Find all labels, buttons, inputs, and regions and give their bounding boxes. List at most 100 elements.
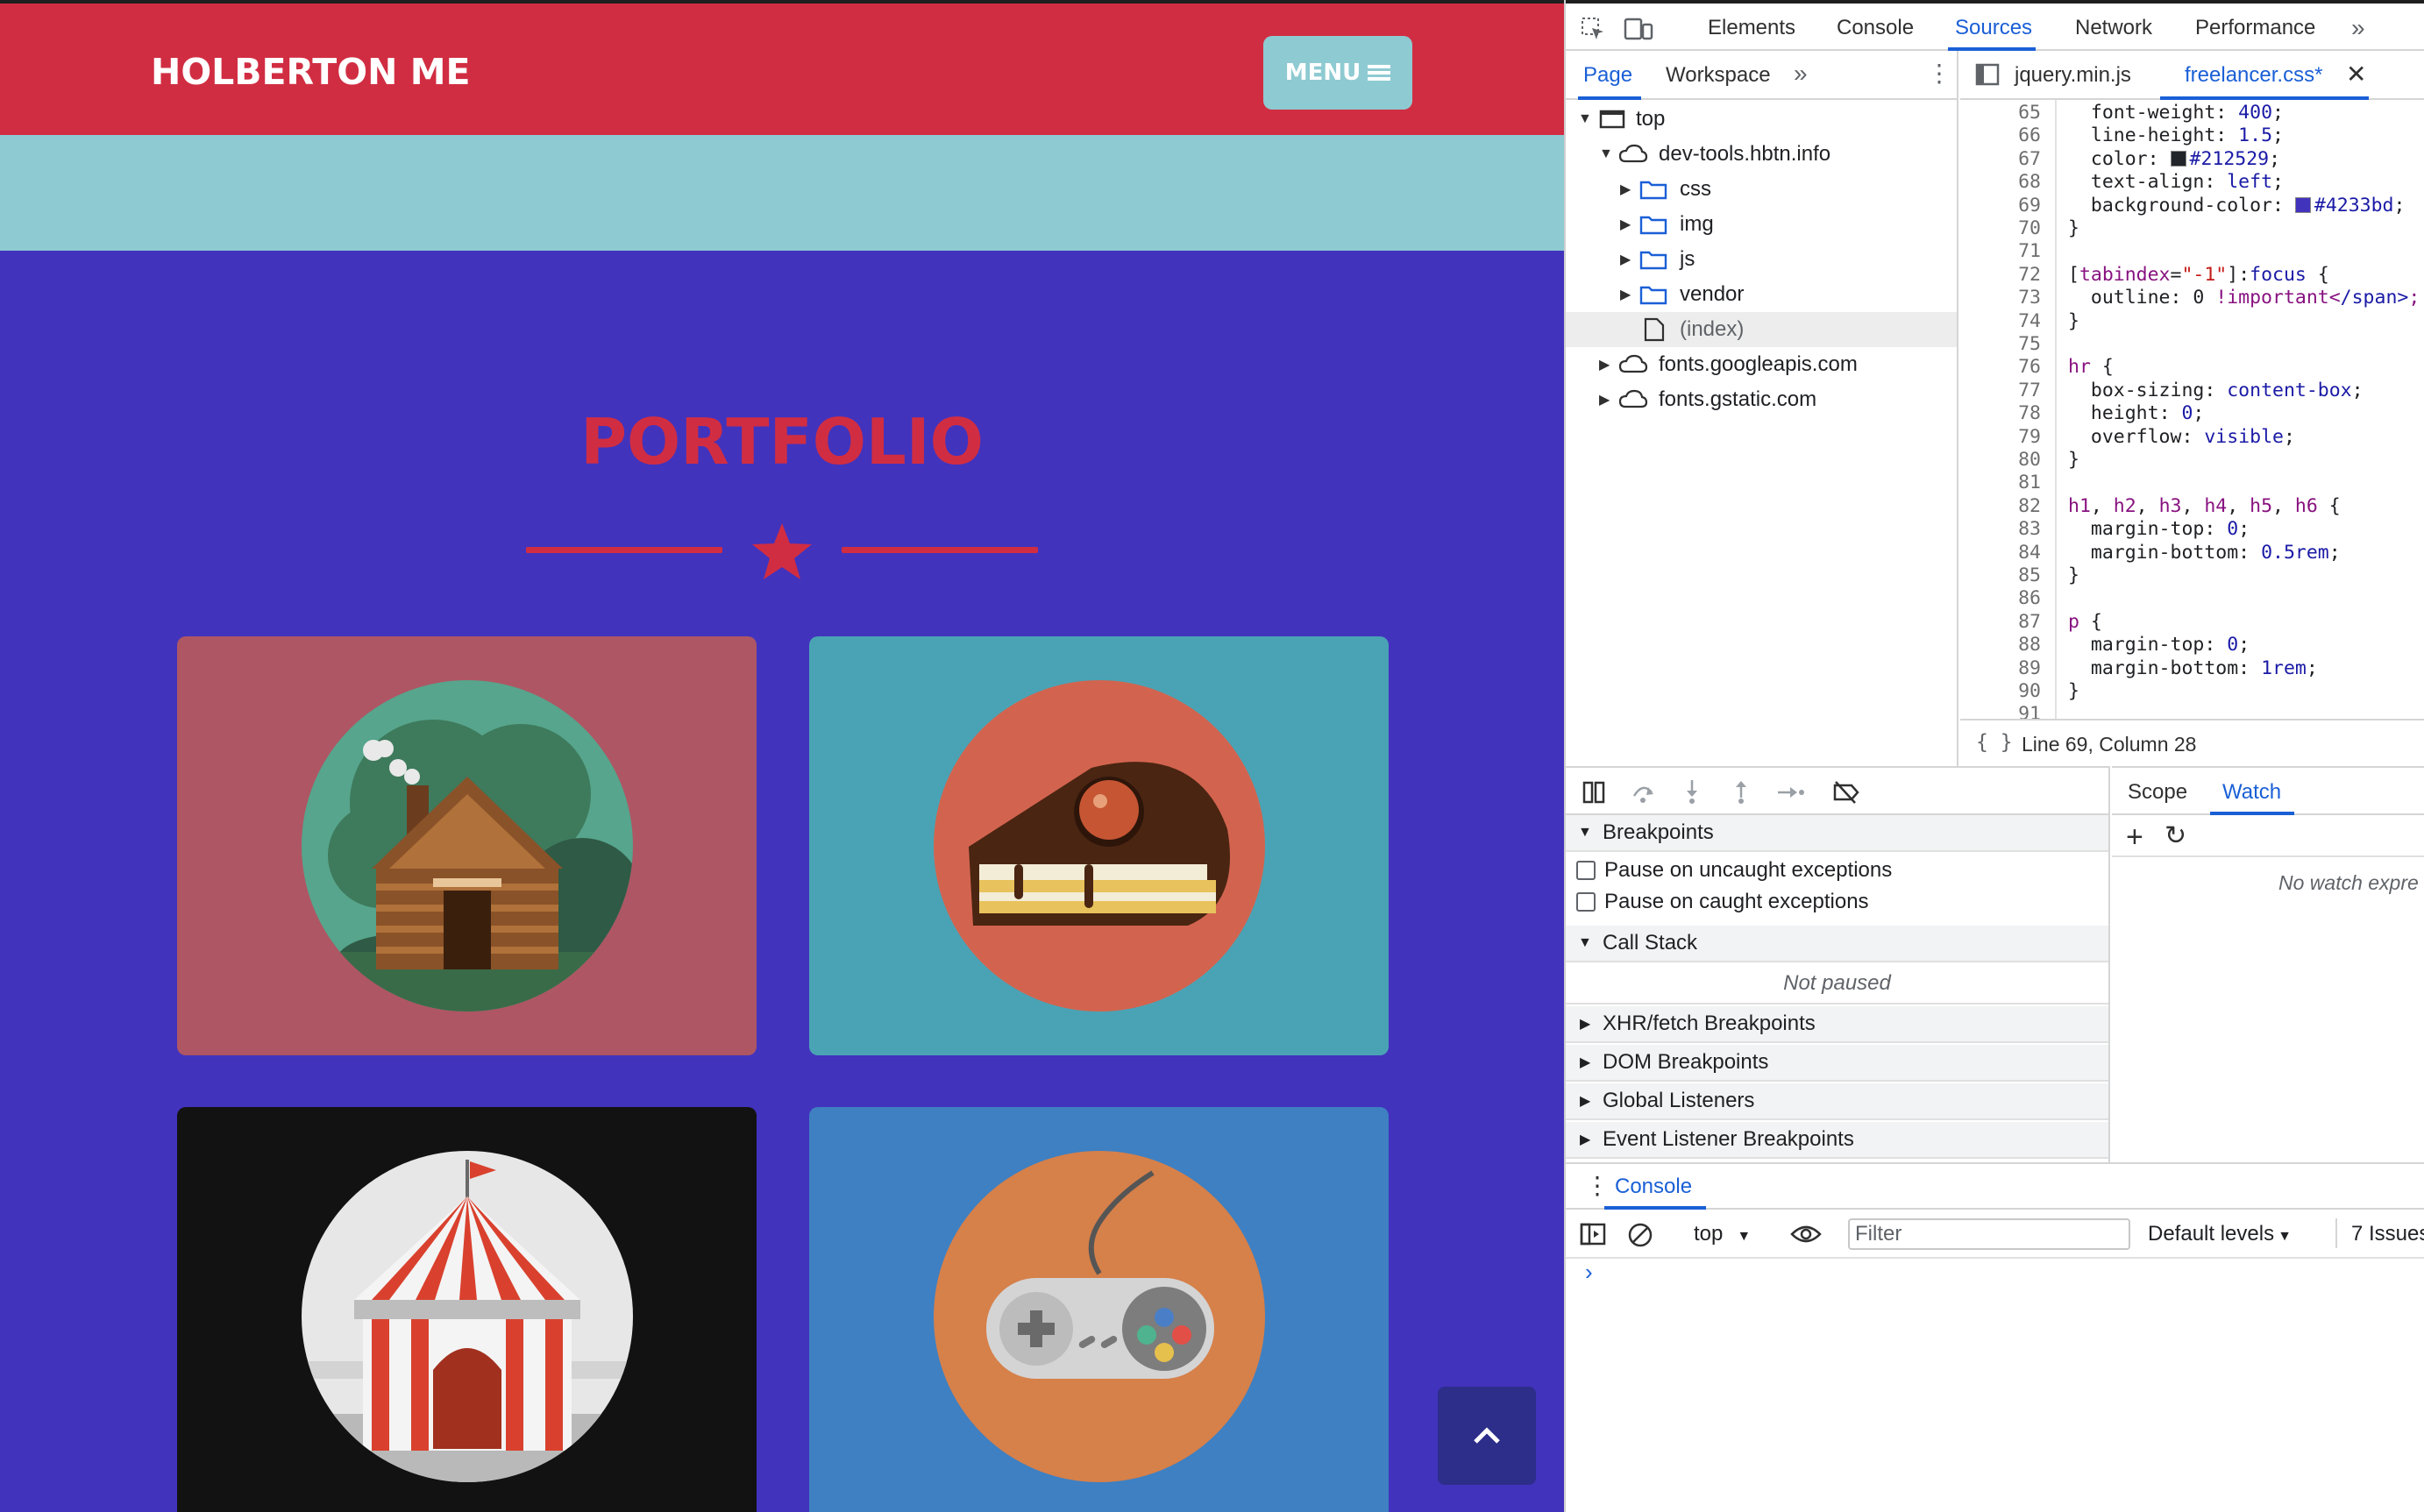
- breakpoints-header[interactable]: ▼ Breakpoints: [1566, 815, 2108, 852]
- tab-network[interactable]: Network: [2075, 16, 2152, 40]
- code-line[interactable]: color: #212529;: [2068, 148, 2280, 170]
- xhr-breakpoints-header[interactable]: ▶ XHR/fetch Breakpoints: [1566, 1006, 2108, 1043]
- portfolio-item-cabin[interactable]: [177, 636, 757, 1055]
- code-editor[interactable]: 65 66 67 68 69 70 71 72 73 74 75 76 77 78 79 80 81 82 83 84…: [1960, 100, 2424, 719]
- line-number[interactable]: 78: [1960, 402, 2041, 424]
- tree-item-vendor[interactable]: ▶ vendor: [1566, 277, 1957, 312]
- line-number[interactable]: 71: [1960, 240, 2041, 262]
- nav-tab-workspace[interactable]: Workspace: [1666, 63, 1771, 88]
- console-filter-input[interactable]: [1848, 1218, 2130, 1250]
- global-listeners-header[interactable]: ▶ Global Listeners: [1566, 1083, 2108, 1120]
- line-number[interactable]: 76: [1960, 356, 2041, 378]
- code-line[interactable]: outline: 0 !important</span>;: [2068, 287, 2420, 309]
- deactivate-breakpoints-icon[interactable]: [1832, 780, 1860, 805]
- scroll-to-top-button[interactable]: [1438, 1387, 1536, 1485]
- code-line[interactable]: margin-bottom: 0.5rem;: [2068, 542, 2341, 564]
- menu-button[interactable]: MENU: [1263, 36, 1412, 110]
- pause-caught-row[interactable]: Pause on caught exceptions: [1566, 885, 2108, 919]
- line-number[interactable]: 72: [1960, 264, 2041, 286]
- log-levels-dropdown[interactable]: Default levels ▼: [2148, 1222, 2292, 1246]
- tree-item-index[interactable]: (index): [1566, 312, 1957, 347]
- step-out-icon[interactable]: [1729, 778, 1753, 805]
- line-number[interactable]: 69: [1960, 195, 2041, 217]
- code-line[interactable]: margin-top: 0;: [2068, 634, 2250, 656]
- clear-console-icon[interactable]: [1627, 1222, 1653, 1248]
- inspect-element-icon[interactable]: [1580, 16, 1606, 42]
- pause-uncaught-checkbox[interactable]: [1576, 861, 1596, 880]
- add-watch-icon[interactable]: +: [2126, 820, 2143, 855]
- code-line[interactable]: background-color: #4233bd;: [2068, 195, 2406, 217]
- tree-item-gstatic[interactable]: ▶ fonts.gstatic.com: [1566, 382, 1957, 417]
- line-number[interactable]: 87: [1960, 611, 2041, 633]
- kebab-menu-icon[interactable]: ⋮: [1927, 61, 1951, 86]
- line-number[interactable]: 84: [1960, 542, 2041, 564]
- pause-uncaught-row[interactable]: Pause on uncaught exceptions: [1566, 854, 2108, 887]
- tree-item-img[interactable]: ▶ img: [1566, 207, 1957, 242]
- code-line[interactable]: margin-top: 0;: [2068, 518, 2250, 540]
- code-line[interactable]: box-sizing: content-box;: [2068, 380, 2364, 401]
- context-selector[interactable]: top ▼: [1694, 1222, 1751, 1246]
- device-toolbar-icon[interactable]: [1624, 16, 1653, 42]
- pretty-print-icon[interactable]: { }: [1976, 731, 2013, 754]
- tree-item-top[interactable]: ▼ top: [1566, 102, 1957, 137]
- tree-item-css[interactable]: ▶ css: [1566, 172, 1957, 207]
- close-tab-icon[interactable]: ✕: [2346, 60, 2366, 89]
- line-number[interactable]: 65: [1960, 102, 2041, 124]
- code-line[interactable]: margin-bottom: 1rem;: [2068, 657, 2318, 679]
- editor-tab-jquery[interactable]: jquery.min.js: [2015, 63, 2131, 88]
- refresh-icon[interactable]: ↻: [2165, 820, 2186, 851]
- line-number[interactable]: 66: [1960, 124, 2041, 146]
- line-number[interactable]: 91: [1960, 703, 2041, 719]
- line-number[interactable]: 73: [1960, 287, 2041, 309]
- toggle-navigator-icon[interactable]: [1974, 61, 2001, 88]
- line-number[interactable]: 77: [1960, 380, 2041, 401]
- step-into-icon[interactable]: [1680, 778, 1704, 805]
- code-line[interactable]: h1, h2, h3, h4, h5, h6 {: [2068, 495, 2341, 517]
- eye-icon[interactable]: [1790, 1224, 1822, 1245]
- tab-console[interactable]: Console: [1837, 16, 1914, 40]
- code-line[interactable]: overflow: visible;: [2068, 426, 2295, 448]
- code-line[interactable]: font-weight: 400;: [2068, 102, 2284, 124]
- drawer-menu-icon[interactable]: ⋮: [1585, 1171, 1610, 1200]
- tab-watch[interactable]: Watch: [2222, 780, 2281, 805]
- line-number[interactable]: 81: [1960, 472, 2041, 493]
- tree-item-js[interactable]: ▶ js: [1566, 242, 1957, 277]
- line-number[interactable]: 75: [1960, 333, 2041, 355]
- line-number[interactable]: 74: [1960, 310, 2041, 332]
- tab-sources[interactable]: Sources: [1955, 16, 2032, 40]
- console-prompt-icon[interactable]: ›: [1585, 1259, 1593, 1286]
- code-line[interactable]: }: [2068, 680, 2079, 702]
- portfolio-item-game[interactable]: [809, 1107, 1389, 1512]
- line-number[interactable]: 89: [1960, 657, 2041, 679]
- line-number[interactable]: 88: [1960, 634, 2041, 656]
- nav-tab-page[interactable]: Page: [1583, 63, 1632, 88]
- code-line[interactable]: [tabindex="-1"]:focus {: [2068, 264, 2329, 286]
- drawer-tab-console[interactable]: Console: [1615, 1175, 1692, 1199]
- code-line[interactable]: height: 0;: [2068, 402, 2204, 424]
- editor-tab-freelancer[interactable]: freelancer.css*: [2185, 63, 2322, 88]
- code-line[interactable]: }: [2068, 217, 2079, 239]
- line-number[interactable]: 70: [1960, 217, 2041, 239]
- line-number[interactable]: 86: [1960, 587, 2041, 609]
- step-over-icon[interactable]: [1631, 780, 1655, 805]
- tab-scope[interactable]: Scope: [2128, 780, 2187, 805]
- line-number[interactable]: 83: [1960, 518, 2041, 540]
- line-number[interactable]: 79: [1960, 426, 2041, 448]
- brand-logo[interactable]: HOLBERTON ME: [151, 51, 471, 93]
- code-line[interactable]: }: [2068, 564, 2079, 586]
- code-line[interactable]: hr {: [2068, 356, 2114, 378]
- step-icon[interactable]: [1776, 780, 1806, 805]
- portfolio-item-circus[interactable]: [177, 1107, 757, 1512]
- line-number[interactable]: 67: [1960, 148, 2041, 170]
- pause-icon[interactable]: [1582, 780, 1606, 805]
- code-line[interactable]: }: [2068, 310, 2079, 332]
- portfolio-item-cake[interactable]: [809, 636, 1389, 1055]
- event-listener-breakpoints-header[interactable]: ▶ Event Listener Breakpoints: [1566, 1122, 2108, 1159]
- line-number[interactable]: 82: [1960, 495, 2041, 517]
- more-nav-chevron-icon[interactable]: »: [1794, 61, 1808, 86]
- pause-caught-checkbox[interactable]: [1576, 892, 1596, 912]
- tree-item-domain[interactable]: ▼ dev-tools.hbtn.info: [1566, 137, 1957, 172]
- issues-counter[interactable]: 7 Issues:: [2334, 1222, 2424, 1246]
- code-line[interactable]: p {: [2068, 611, 2102, 633]
- tree-item-googleapis[interactable]: ▶ fonts.googleapis.com: [1566, 347, 1957, 382]
